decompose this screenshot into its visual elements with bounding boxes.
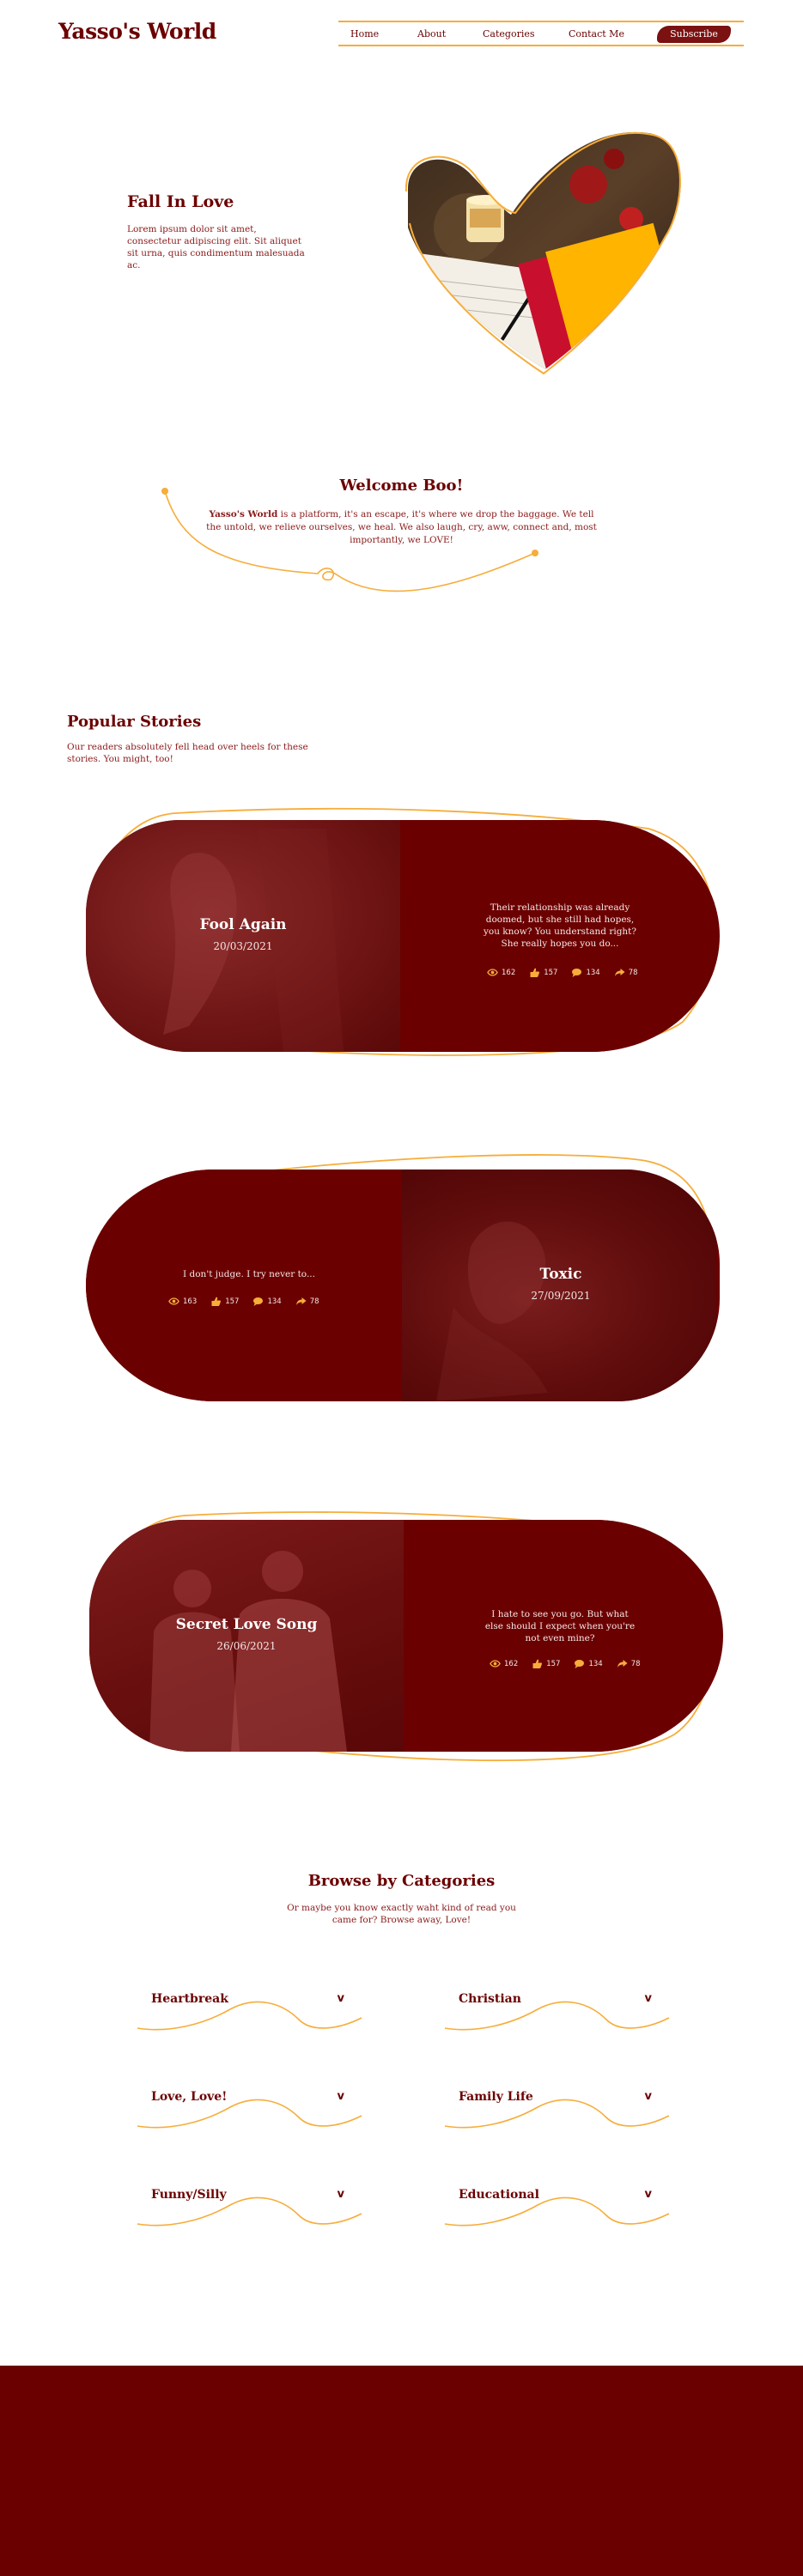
hero-heart-image <box>405 131 681 375</box>
story-title[interactable]: Toxic <box>404 1266 718 1283</box>
comments-stat[interactable]: 134 <box>574 1659 603 1668</box>
story-stats: 162 157 134 78 <box>487 968 638 977</box>
categories-text: Or maybe you know exactly waht kind of r… <box>287 1903 516 1925</box>
category-wave <box>137 2001 362 2031</box>
share-icon <box>614 969 625 976</box>
popular-title: Popular Stories <box>67 713 202 731</box>
category-wave <box>137 2196 362 2227</box>
views-stat[interactable]: 162 <box>490 1659 518 1668</box>
comment-icon <box>575 1660 585 1668</box>
story-image <box>89 1520 404 1752</box>
eye-icon <box>168 1297 179 1305</box>
category-wave <box>444 2196 670 2227</box>
thumbs-up-icon <box>532 1659 543 1668</box>
views-count: 163 <box>183 1297 198 1306</box>
main-nav: Home About Categories Contact Me Subscri… <box>338 21 744 46</box>
views-stat[interactable]: 162 <box>487 968 515 977</box>
category-heartbreak[interactable]: Heartbreak v <box>136 1985 363 2037</box>
story-date: 27/09/2021 <box>531 1290 591 1302</box>
comments-count: 134 <box>267 1297 282 1306</box>
comment-icon <box>253 1297 264 1306</box>
story-card[interactable]: Fool Again 20/03/2021 Their relationship… <box>86 820 720 1052</box>
category-christian[interactable]: Christian v <box>443 1985 671 2037</box>
thumbs-up-icon <box>211 1297 222 1306</box>
views-count: 162 <box>504 1659 519 1668</box>
category-love-love[interactable]: Love, Love! v <box>136 2083 363 2135</box>
category-family-life[interactable]: Family Life v <box>443 2083 671 2135</box>
shares-stat[interactable]: 78 <box>617 1659 641 1668</box>
category-funny-silly[interactable]: Funny/Silly v <box>136 2181 363 2233</box>
likes-stat[interactable]: 157 <box>532 1659 560 1668</box>
story-excerpt: Their relationship was already doomed, b… <box>483 902 637 949</box>
shares-count: 78 <box>630 1659 641 1668</box>
nav-home[interactable]: Home <box>350 28 379 39</box>
likes-count: 157 <box>225 1297 240 1306</box>
share-icon <box>295 1297 307 1305</box>
story-excerpt: I don't judge. I try never to... <box>183 1269 315 1279</box>
story-excerpt: I hate to see you go. But what else shou… <box>484 1609 636 1643</box>
likes-count: 157 <box>544 968 558 977</box>
footer <box>0 2366 803 2576</box>
nav-categories[interactable]: Categories <box>483 28 535 39</box>
category-wave <box>444 2099 670 2129</box>
views-count: 162 <box>502 968 516 977</box>
comment-icon <box>572 969 582 977</box>
comments-stat[interactable]: 134 <box>571 968 600 977</box>
views-stat[interactable]: 163 <box>168 1297 197 1306</box>
shares-stat[interactable]: 78 <box>295 1297 319 1306</box>
story-title[interactable]: Fool Again <box>86 916 400 933</box>
likes-stat[interactable]: 157 <box>529 968 557 977</box>
story-stats: 163 157 134 78 <box>168 1297 319 1306</box>
eye-icon <box>487 969 498 976</box>
shares-stat[interactable]: 78 <box>614 968 638 977</box>
comments-count: 134 <box>586 968 600 977</box>
welcome-swoosh-decoration <box>161 488 538 592</box>
story-card[interactable]: Toxic 27/09/2021 I don't judge. I try ne… <box>86 1170 720 1401</box>
hero-text: Lorem ipsum dolor sit amet, consectetur … <box>127 224 305 270</box>
nav-contact[interactable]: Contact Me <box>569 28 624 39</box>
categories-title: Browse by Categories <box>307 1872 496 1890</box>
category-wave <box>137 2099 362 2129</box>
category-wave <box>444 2001 670 2031</box>
story-image <box>86 820 400 1052</box>
likes-stat[interactable]: 157 <box>210 1297 239 1306</box>
likes-count: 157 <box>546 1659 561 1668</box>
comments-stat[interactable]: 134 <box>252 1297 282 1306</box>
story-image <box>402 1170 716 1401</box>
eye-icon <box>490 1660 501 1668</box>
shares-count: 78 <box>309 1297 319 1306</box>
thumbs-up-icon <box>530 968 540 977</box>
nav-about[interactable]: About <box>417 28 446 39</box>
story-title[interactable]: Secret Love Song <box>89 1616 404 1633</box>
story-card[interactable]: Secret Love Song 26/06/2021 I hate to se… <box>89 1520 723 1752</box>
popular-text: Our readers absolutely fell head over he… <box>67 742 308 764</box>
category-educational[interactable]: Educational v <box>443 2181 671 2233</box>
shares-count: 78 <box>628 968 638 977</box>
story-date: 20/03/2021 <box>213 940 273 952</box>
story-date: 26/06/2021 <box>216 1640 277 1652</box>
hero-title: Fall In Love <box>127 192 234 211</box>
subscribe-button[interactable]: Subscribe <box>657 26 731 43</box>
story-stats: 162 157 134 78 <box>490 1659 641 1668</box>
site-logo[interactable]: Yasso's World <box>58 19 216 44</box>
share-icon <box>617 1660 628 1668</box>
comments-count: 134 <box>588 1659 603 1668</box>
